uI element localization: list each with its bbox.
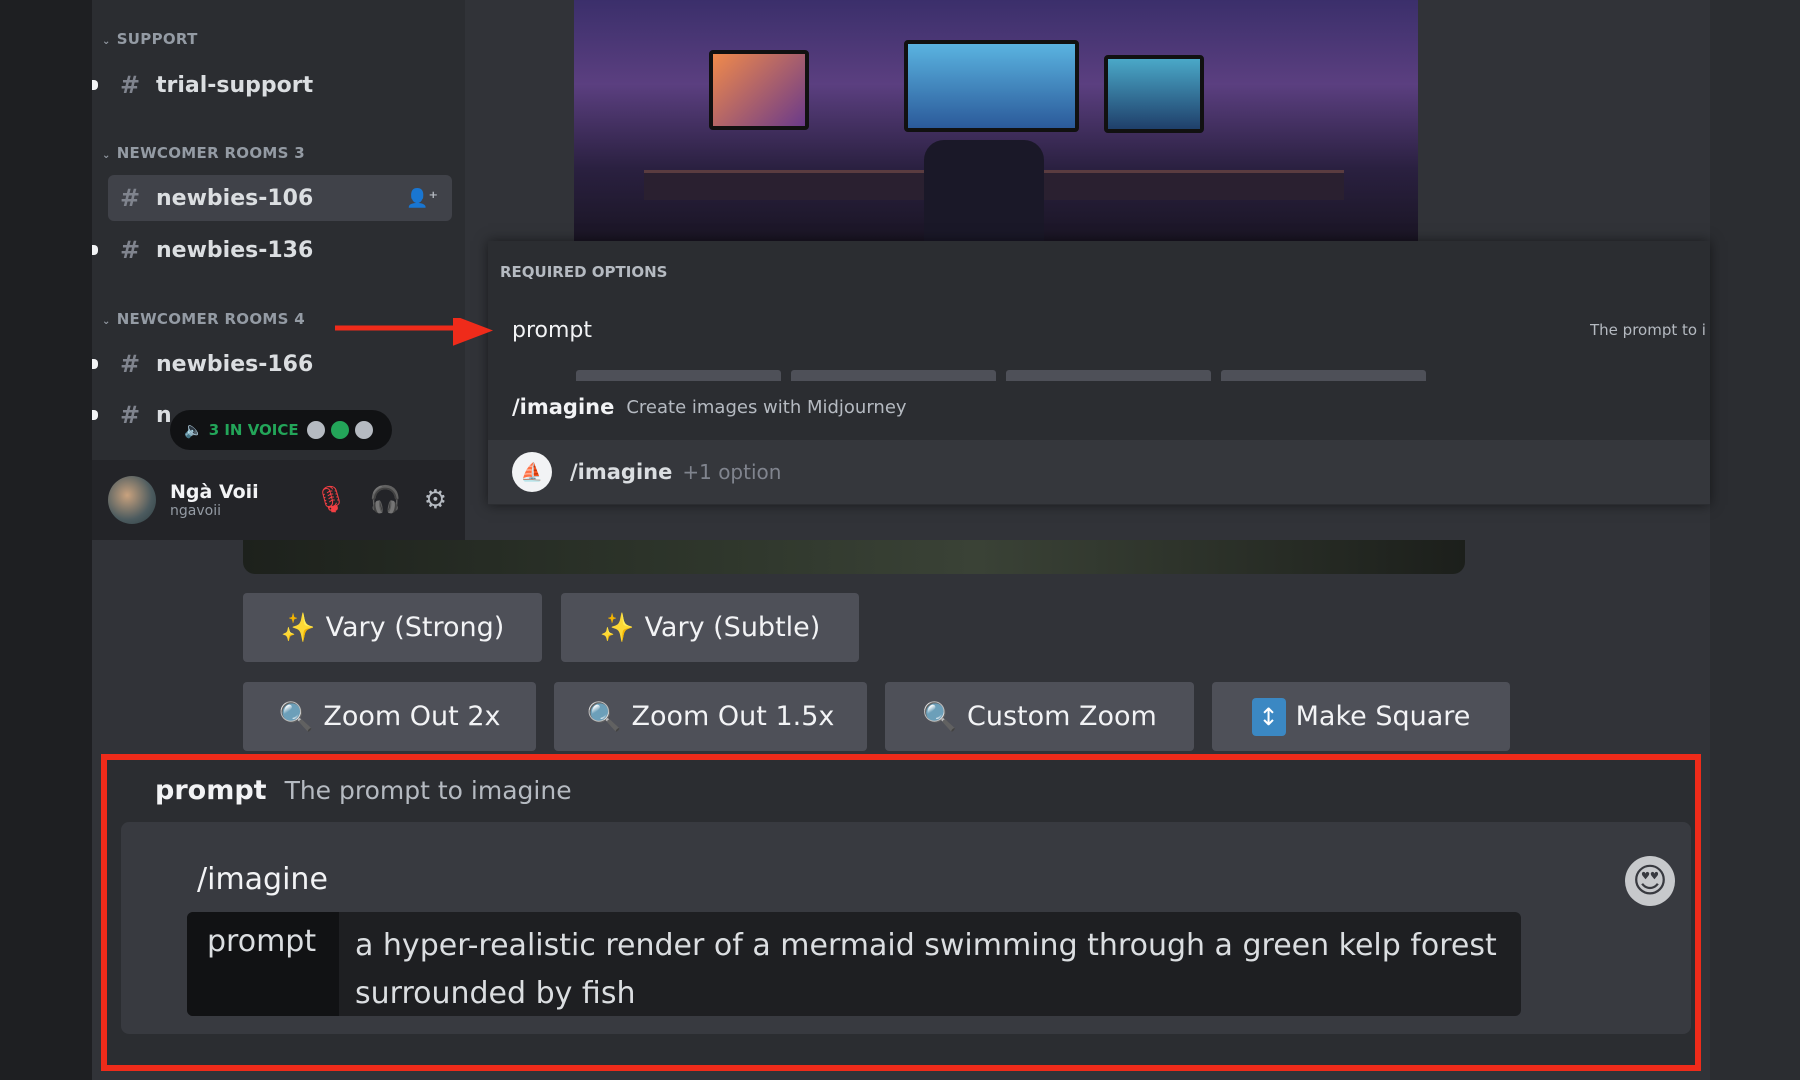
unread-indicator [92, 410, 98, 420]
vary-strong-button[interactable]: ✨ Vary (Strong) [243, 593, 542, 662]
user-panel: Ngà Voii ngavoii 🎙 🎧 ⚙ [92, 460, 465, 540]
server-list [0, 0, 92, 1080]
message-composer[interactable]: /imagine 😍 prompt a hyper-realistic rend… [121, 822, 1691, 1034]
magnifier-icon: 🔍 [278, 700, 314, 733]
voice-avatar [352, 419, 375, 441]
hash-icon: # [120, 71, 141, 99]
channel-newbies-106[interactable]: # newbies-106 👤⁺ [108, 175, 452, 221]
channel-newbies-136[interactable]: # newbies-136 [92, 227, 452, 273]
image-chair [924, 140, 1044, 241]
option-hint: prompt The prompt to imagine [155, 774, 572, 806]
microphone-muted-icon[interactable]: 🎙 [314, 485, 347, 515]
annotation-highlight-box: prompt The prompt to imagine /imagine 😍 … [101, 754, 1701, 1071]
forum-channel-icon: # [120, 236, 141, 264]
unread-indicator [92, 80, 98, 90]
channel-trial-support[interactable]: # trial-support [92, 62, 452, 108]
voice-avatar [328, 419, 351, 441]
forum-channel-icon: # [120, 350, 141, 378]
unread-indicator [92, 359, 98, 369]
magic-wand-icon: ✨ [280, 611, 316, 644]
category-newcomer-rooms-4[interactable]: ⌄ NEWCOMER ROOMS 4 [102, 310, 305, 328]
command-header: /imagine Create images with Midjourney [488, 382, 1710, 432]
midjourney-bot-avatar: ⛵ [512, 452, 552, 492]
generated-image-bottom[interactable] [243, 540, 1465, 574]
annotation-arrow [335, 318, 493, 346]
invite-user-icon[interactable]: 👤⁺ [406, 188, 438, 209]
gear-icon[interactable]: ⚙ [424, 485, 447, 515]
unread-indicator [92, 245, 98, 255]
forum-channel-icon: # [120, 184, 141, 212]
option-prompt[interactable]: prompt The prompt to i [488, 293, 1710, 367]
command-option-imagine[interactable]: ⛵ /imagine +1 option [488, 440, 1710, 504]
forum-channel-icon: # [120, 401, 141, 429]
hidden-buttons [576, 370, 1426, 381]
member-panel [1710, 0, 1800, 1080]
chevron-down-icon: ⌄ [102, 36, 111, 47]
vary-subtle-button[interactable]: ✨ Vary (Subtle) [561, 593, 859, 662]
magnifier-icon: 🔍 [922, 700, 957, 733]
user-info[interactable]: Ngà Voii ngavoii [170, 481, 259, 519]
magic-wand-icon: ✨ [599, 611, 635, 644]
zoom-out-1-5x-button[interactable]: 🔍 Zoom Out 1.5x [554, 682, 867, 751]
category-newcomer-rooms-3[interactable]: ⌄ NEWCOMER ROOMS 3 [102, 144, 305, 162]
make-square-button[interactable]: ↕ Make Square [1212, 682, 1510, 751]
chevron-down-icon: ⌄ [102, 150, 111, 161]
custom-zoom-button[interactable]: 🔍 Custom Zoom [885, 682, 1194, 751]
speaker-icon: 🔈 [184, 421, 203, 439]
zoom-out-2x-button[interactable]: 🔍 Zoom Out 2x [243, 682, 536, 751]
voice-avatar [304, 419, 327, 441]
voice-status-pill[interactable]: 🔈 3 IN VOICE [170, 410, 392, 450]
category-support[interactable]: ⌄ SUPPORT [102, 30, 198, 48]
chevron-down-icon: ⌄ [102, 316, 111, 327]
avatar[interactable] [108, 476, 156, 524]
image-monitor [904, 40, 1079, 132]
image-monitor [1104, 55, 1204, 133]
magnifier-icon: 🔍 [586, 700, 622, 733]
up-down-arrow-icon: ↕ [1251, 697, 1286, 736]
prompt-input[interactable]: prompt a hyper-realistic render of a mer… [187, 912, 1521, 1016]
image-monitor [709, 50, 809, 130]
channel-sidebar: ⌄ SUPPORT # trial-support ⌄ NEWCOMER ROOMS … [92, 0, 465, 540]
emoji-picker-icon[interactable]: 😍 [1625, 856, 1675, 906]
headphones-icon[interactable]: 🎧 [369, 485, 401, 515]
command-autocomplete-popup: REQUIRED OPTIONS prompt The prompt to i … [488, 241, 1710, 505]
generated-image[interactable] [574, 0, 1418, 241]
